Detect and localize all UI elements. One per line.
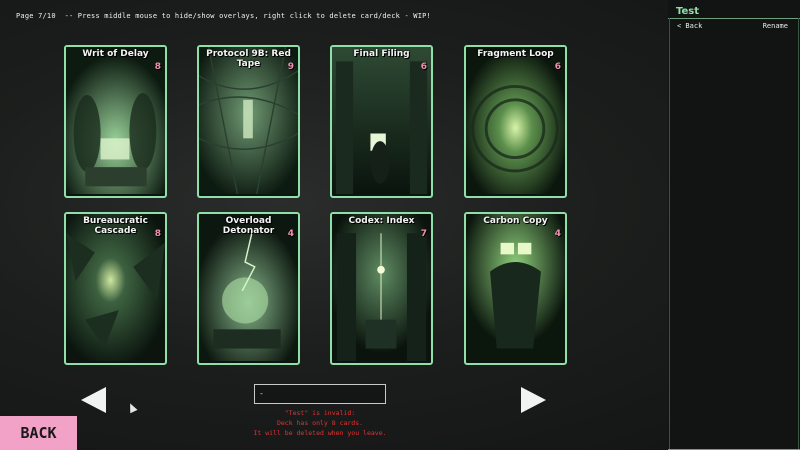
- next-page-arrow-icon[interactable]: [521, 387, 546, 413]
- prev-page-arrow-icon[interactable]: [81, 387, 106, 413]
- card-art: [332, 214, 431, 362]
- card-art: [466, 47, 565, 195]
- card-cost: 4: [554, 229, 561, 239]
- card-cost: 7: [420, 229, 427, 239]
- card-codex-index[interactable]: Codex: Index 7: [330, 212, 433, 365]
- card-bureaucratic-cascade[interactable]: Bureaucratic Cascade 8: [64, 212, 167, 365]
- card-cost: 9: [287, 62, 294, 72]
- card-name: Fragment Loop: [477, 49, 554, 59]
- card-name: Final Filing: [353, 49, 410, 59]
- deck-back-button[interactable]: < Back: [677, 22, 702, 30]
- card-writ-of-delay[interactable]: Writ of Delay 8: [64, 45, 167, 198]
- top-hint-bar: Page 7/10 -- Press middle mouse to hide/…: [16, 12, 431, 20]
- warning-line: Deck has only 8 cards.: [276, 419, 364, 427]
- card-art: [466, 214, 565, 362]
- card-cost: 4: [287, 229, 294, 239]
- back-button[interactable]: BACK: [0, 416, 77, 450]
- deck-rename-button[interactable]: Rename: [763, 22, 788, 30]
- card-protocol-9b-red-tape[interactable]: Protocol 9B: Red Tape 9: [197, 45, 300, 198]
- card-fragment-loop[interactable]: Fragment Loop 6: [464, 45, 567, 198]
- divider: [668, 18, 800, 19]
- card-name: Carbon Copy: [483, 216, 548, 226]
- deck-panel: Test < Back Rename: [668, 0, 800, 450]
- card-name: Protocol 9B: Red Tape: [206, 49, 291, 69]
- card-art: [199, 214, 298, 362]
- card-overload-detonator[interactable]: Overload Detonator 4: [197, 212, 300, 365]
- card-search-input[interactable]: -: [254, 384, 386, 404]
- deck-title: Test: [676, 6, 700, 17]
- card-cost: 6: [420, 62, 427, 72]
- card-art: [66, 47, 165, 195]
- card-name: Codex: Index: [348, 216, 415, 226]
- mouse-cursor-icon: [126, 401, 138, 414]
- card-final-filing[interactable]: Final Filing 6: [330, 45, 433, 198]
- divider: [798, 18, 799, 450]
- card-carbon-copy[interactable]: Carbon Copy 4: [464, 212, 567, 365]
- card-name: Overload Detonator: [222, 216, 275, 236]
- divider: [669, 18, 670, 450]
- warning-line: It will be deleted when you leave.: [253, 429, 387, 437]
- warning-line: "Test" is invalid:: [284, 409, 356, 417]
- controls-hint: -- Press middle mouse to hide/show overl…: [55, 12, 431, 20]
- deck-invalid-warning: "Test" is invalid: Deck has only 8 cards…: [215, 408, 425, 438]
- card-name: Bureaucratic Cascade: [83, 216, 148, 236]
- page-indicator: Page 7/10: [16, 12, 56, 20]
- card-cost: 6: [554, 62, 561, 72]
- card-name: Writ of Delay: [82, 49, 149, 59]
- search-value: -: [259, 389, 264, 398]
- card-art: [199, 47, 298, 195]
- card-art: [66, 214, 165, 362]
- card-cost: 8: [154, 62, 161, 72]
- card-art: [332, 47, 431, 195]
- card-cost: 8: [154, 229, 161, 239]
